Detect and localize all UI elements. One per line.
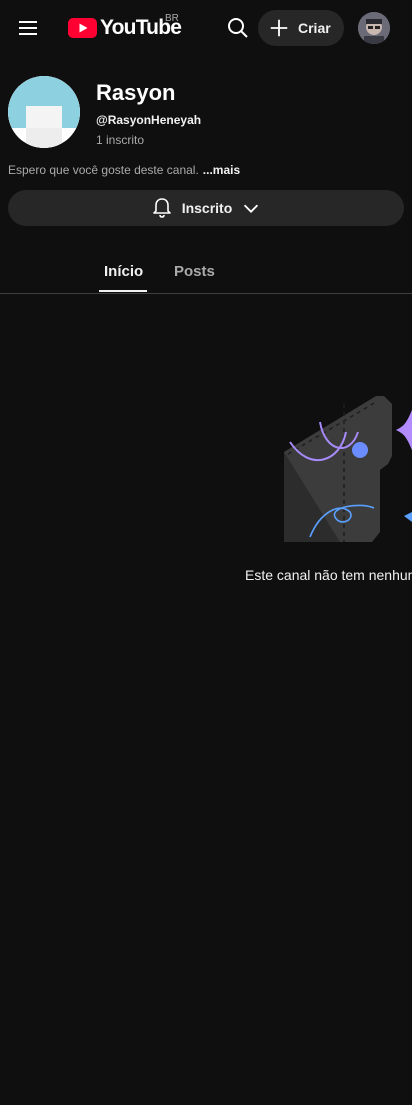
more-link[interactable]: ...mais: [203, 163, 240, 177]
subscriber-count: 1 inscrito: [96, 133, 145, 147]
tab-posts[interactable]: Posts: [174, 263, 215, 280]
plus-icon: [270, 19, 288, 37]
empty-state-illustration: [280, 392, 412, 544]
chevron-down-icon: [244, 204, 259, 213]
country-code: BR: [165, 13, 179, 24]
create-button[interactable]: Criar: [258, 10, 344, 46]
search-icon[interactable]: [226, 16, 250, 40]
tab-home[interactable]: Início: [104, 263, 143, 280]
channel-handle: @RasyonHeneyah: [96, 113, 202, 127]
channel-avatar: [8, 76, 80, 148]
create-button-label: Criar: [298, 20, 331, 36]
menu-icon[interactable]: [16, 16, 40, 40]
subscribed-button-label: Inscrito: [181, 200, 233, 216]
channel-tabs: Início Posts: [0, 246, 412, 294]
channel-description-text: Espero que você goste deste canal.: [8, 163, 199, 177]
selected-tab-indicator: [99, 290, 147, 292]
empty-state-message: Este canal não tem nenhum: [245, 567, 412, 583]
channel-name: Rasyon: [96, 80, 176, 105]
youtube-logo-icon: [68, 18, 97, 38]
account-avatar[interactable]: [358, 12, 390, 44]
bell-icon: [152, 198, 171, 218]
top-app-bar: YouTube BR Criar: [0, 0, 412, 56]
channel-description[interactable]: Espero que você goste deste canal. ...mai…: [8, 163, 240, 177]
subscribed-button[interactable]: Inscrito: [8, 190, 404, 226]
